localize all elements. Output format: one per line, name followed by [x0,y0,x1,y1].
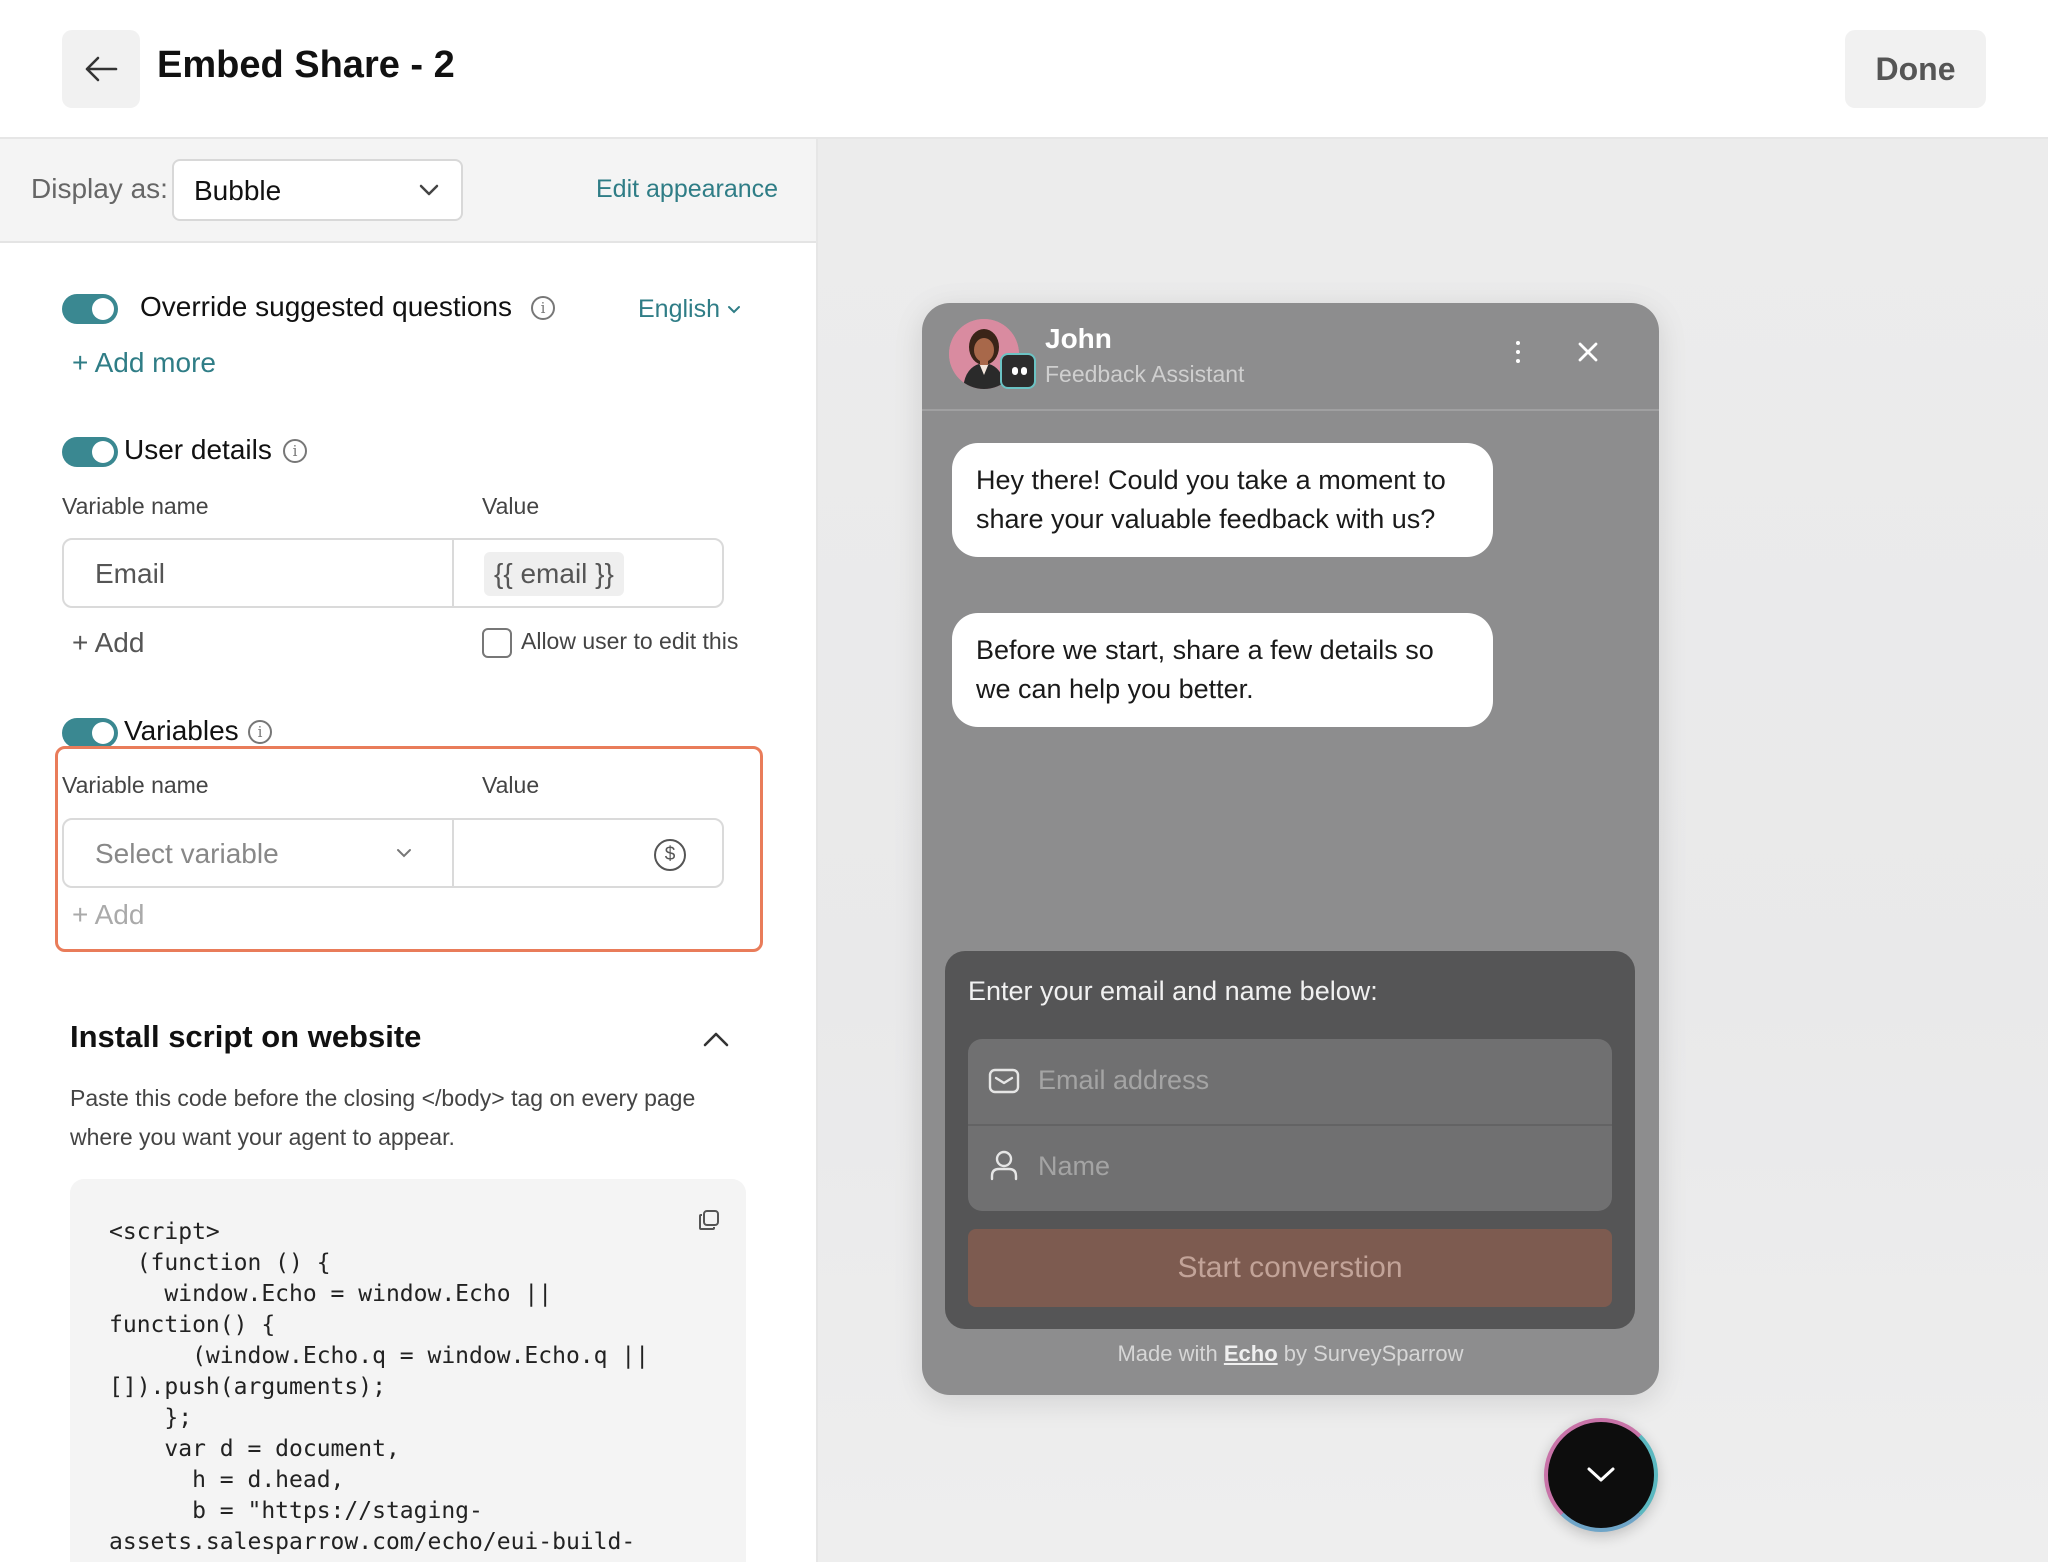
user-detail-name[interactable]: Email [95,558,165,590]
mail-icon [988,1068,1020,1094]
powered-by-footer: Made with Echo by SurveySparrow [922,1341,1659,1367]
allow-edit-label: Allow user to edit this [521,628,739,654]
variable-name-column-label: Variable name [62,772,209,798]
user-icon [990,1150,1018,1181]
display-bar: Display as: Bubble Edit appearance [0,139,816,243]
chat-message: Before we start, share a few details so … [952,613,1493,727]
settings-panel: Display as: Bubble Edit appearance Overr… [0,139,818,1562]
value-column-label: Value [482,772,540,798]
add-more-button[interactable]: + Add more [72,347,216,379]
email-field[interactable]: Email address [1038,1065,1209,1096]
footer-prefix: Made with [1117,1341,1224,1366]
display-as-label: Display as: [31,173,168,204]
user-detail-row: Email {{ email }} [62,538,724,608]
variable-name-column-label: Variable name [62,493,209,519]
agent-name: John [1045,323,1112,354]
field-divider [452,820,454,886]
user-detail-value-chip[interactable]: {{ email }} [484,552,624,596]
top-header: Embed Share - 2 Done [0,0,2048,139]
install-script-title: Install script on website [70,1019,422,1054]
user-details-toggle[interactable] [62,437,118,467]
agent-role: Feedback Assistant [1045,361,1245,387]
widget-launcher-button[interactable] [1544,1418,1658,1532]
select-variable-dropdown[interactable]: Select variable [95,838,279,870]
chevron-down-icon [728,306,740,314]
chat-message: Hey there! Could you take a moment to sh… [952,443,1493,557]
close-icon[interactable] [1577,341,1599,363]
start-conversation-button[interactable]: Start converstion [968,1229,1612,1307]
info-icon[interactable]: i [531,296,555,320]
copy-icon[interactable] [698,1209,720,1231]
chevron-down-icon [397,849,411,858]
variables-toggle[interactable] [62,718,118,748]
edit-appearance-link[interactable]: Edit appearance [596,175,778,204]
form-inputs: Email address Name [968,1039,1612,1211]
back-arrow-icon [85,56,118,82]
install-script-description: Paste this code before the closing </bod… [70,1085,696,1150]
inputs-divider [968,1124,1612,1126]
display-as-select[interactable]: Bubble [172,159,463,221]
done-button[interactable]: Done [1845,30,1986,108]
page-title: Embed Share - 2 [157,44,455,86]
dollar-icon[interactable]: $ [654,839,686,871]
info-icon[interactable]: i [283,439,307,463]
footer-suffix: by SurveySparrow [1277,1341,1464,1366]
back-button[interactable] [62,30,140,108]
chevron-up-icon[interactable] [703,1031,729,1047]
variables-label: Variables [124,715,239,746]
display-as-value: Bubble [194,175,282,206]
name-field[interactable]: Name [1038,1151,1110,1182]
language-select[interactable]: English [638,295,720,324]
chat-widget-preview: John Feedback Assistant Hey there! Could… [922,303,1659,1395]
add-user-detail-button[interactable]: + Add [72,627,144,659]
code-snippet[interactable]: <script> (function () { window.Echo = wi… [109,1217,649,1558]
code-snippet-box: <script> (function () { window.Echo = wi… [70,1179,746,1562]
chevron-down-icon [419,184,439,196]
chevron-down-icon [1587,1467,1615,1482]
info-icon[interactable]: i [248,720,272,744]
chat-header: John Feedback Assistant [922,303,1659,411]
value-column-label: Value [482,493,540,519]
variable-row: Select variable $ [62,818,724,888]
more-vertical-icon[interactable] [1516,341,1522,368]
form-title: Enter your email and name below: [968,976,1378,1006]
field-divider [452,540,454,606]
bot-badge-icon [1000,353,1036,389]
override-questions-label: Override suggested questions [140,291,512,322]
allow-edit-checkbox[interactable] [482,628,512,658]
add-variable-button[interactable]: + Add [72,899,144,931]
override-questions-toggle[interactable] [62,294,118,324]
lead-form: Enter your email and name below: Email a… [945,951,1635,1329]
echo-link[interactable]: Echo [1224,1341,1278,1366]
user-details-label: User details [124,434,272,465]
